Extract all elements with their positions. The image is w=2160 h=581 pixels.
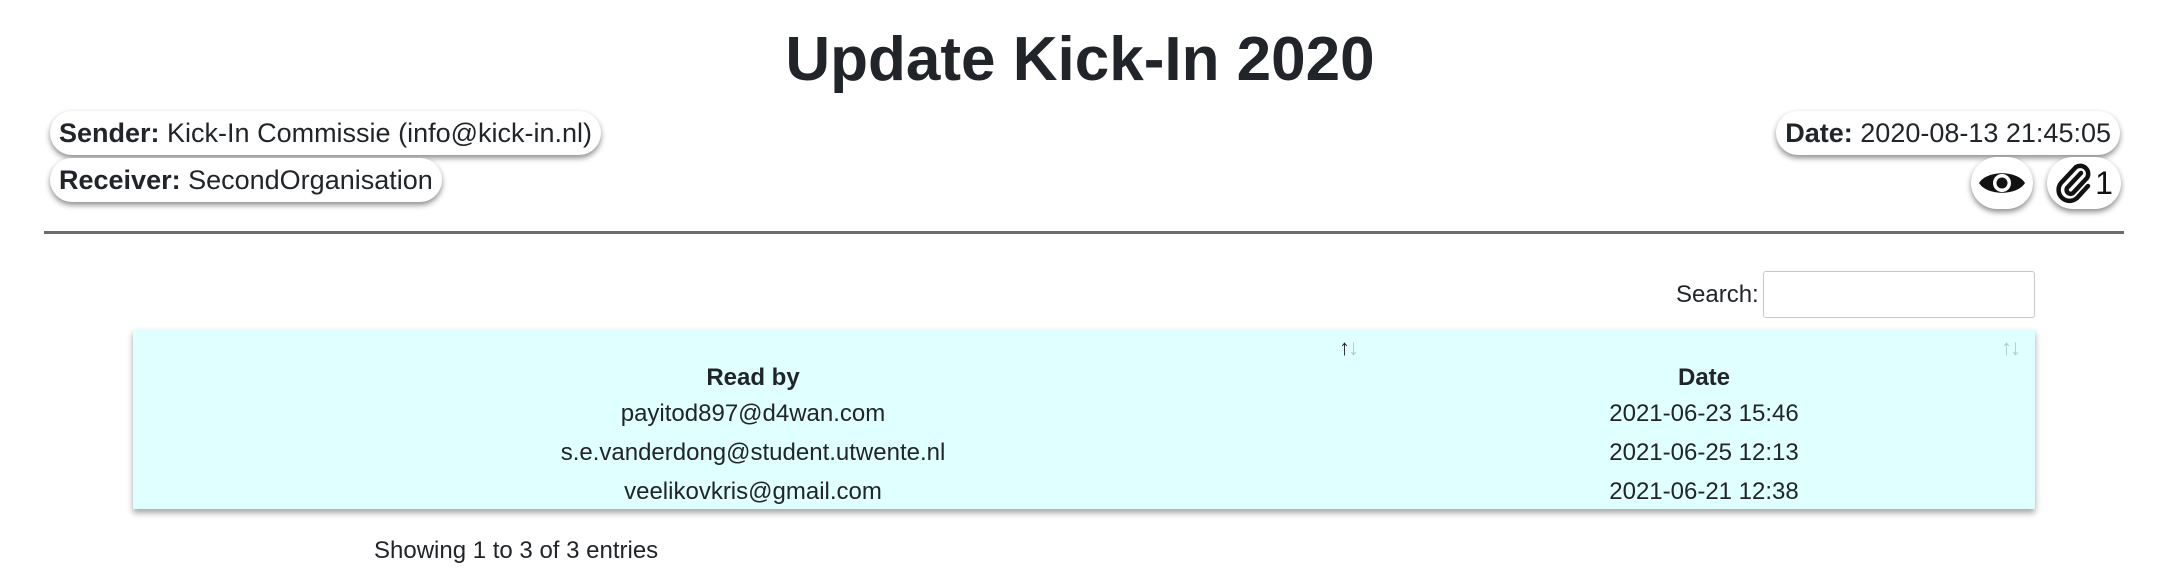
sender-label: Sender: (59, 118, 160, 148)
eye-icon (1979, 173, 2025, 193)
sender-value: Kick-In Commissie (info@kick-in.nl) (167, 118, 593, 148)
search-label: Search: (1676, 281, 1759, 308)
date-cell: 2021-06-23 15:46 (1609, 399, 1799, 427)
table-header-row: Read by ↑↓ Date ↑↓ (133, 329, 2035, 394)
column-header-date[interactable]: Date ↑↓ (1373, 329, 2035, 394)
receiver-value: SecondOrganisation (188, 165, 433, 195)
sender-badge: Sender: Kick-In Commissie (info@kick-in.… (50, 111, 602, 155)
receiver-badge: Receiver: SecondOrganisation (50, 158, 442, 202)
read-by-table: Read by ↑↓ Date ↑↓ payitod897@d4wan.com … (133, 329, 2035, 509)
date-label: Date: (1785, 118, 1853, 148)
table-row: payitod897@d4wan.com 2021-06-23 15:46 (133, 394, 2035, 433)
date-badge: Date: 2020-08-13 21:45:05 (1776, 111, 2120, 155)
column-header-label: Date (1677, 364, 1731, 391)
view-button[interactable] (1971, 157, 2033, 209)
attachment-count: 1 (2095, 164, 2113, 201)
attachment-button[interactable]: 1 (2047, 157, 2121, 209)
sort-indicator: ↑↓ (2001, 335, 2021, 360)
read-by-cell: veelikovkris@gmail.com (624, 477, 882, 505)
receiver-label: Receiver: (59, 165, 181, 195)
column-header-label: Read by (706, 364, 800, 391)
column-header-read-by[interactable]: Read by ↑↓ (133, 329, 1373, 394)
table-row: s.e.vanderdong@student.utwente.nl 2021-0… (133, 433, 2035, 472)
header-divider (44, 231, 2124, 234)
table-row: veelikovkris@gmail.com 2021-06-21 12:38 (133, 472, 2035, 511)
date-cell: 2021-06-21 12:38 (1609, 477, 1799, 505)
paperclip-icon (2056, 163, 2091, 204)
sort-indicator: ↑↓ (1339, 335, 1359, 360)
read-by-cell: payitod897@d4wan.com (620, 399, 886, 427)
search-input[interactable] (1763, 271, 2035, 318)
table-info: Showing 1 to 3 of 3 entries (374, 537, 659, 564)
read-by-cell: s.e.vanderdong@student.utwente.nl (560, 438, 946, 466)
page-title: Update Kick-In 2020 (785, 25, 1375, 94)
date-value: 2020-08-13 21:45:05 (1860, 118, 2111, 148)
date-cell: 2021-06-25 12:13 (1609, 438, 1799, 466)
